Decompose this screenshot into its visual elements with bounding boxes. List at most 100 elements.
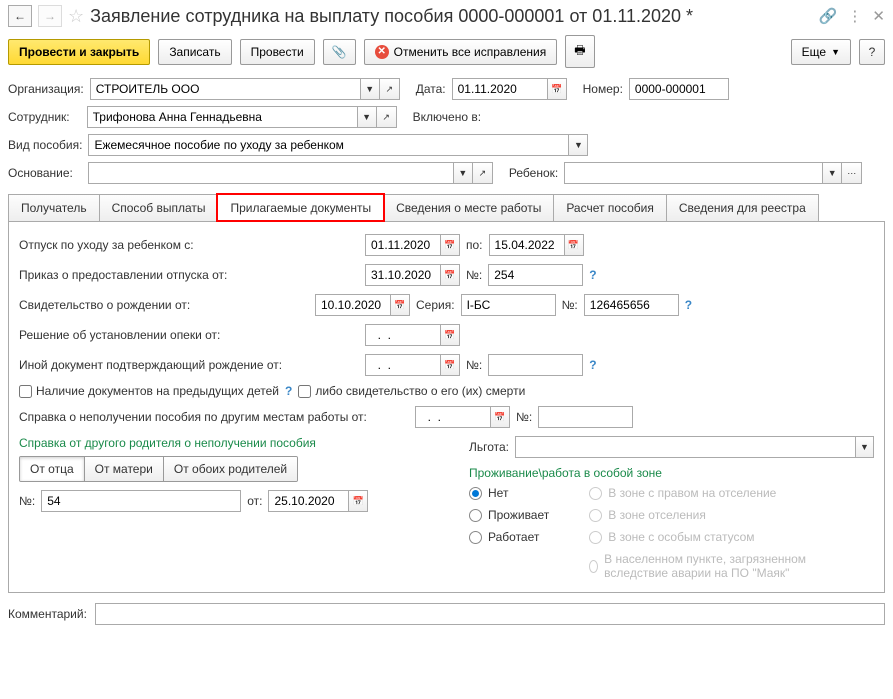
- dropdown-button[interactable]: ▼: [855, 436, 874, 458]
- cancel-fixes-button[interactable]: ✕ Отменить все исправления: [364, 39, 558, 65]
- order-no-input[interactable]: [488, 264, 583, 286]
- death-cert-checkbox[interactable]: либо свидетельство о его (их) смерти: [298, 384, 525, 398]
- guardianship-date-input[interactable]: [365, 324, 440, 346]
- order-date-input[interactable]: [365, 264, 440, 286]
- calendar-button[interactable]: 📅: [348, 490, 368, 512]
- tab-benefit-calc[interactable]: Расчет пособия: [553, 194, 667, 221]
- date-input[interactable]: [452, 78, 547, 100]
- number-input[interactable]: [629, 78, 729, 100]
- help-icon[interactable]: ?: [685, 298, 692, 312]
- ref-no-label: №:: [19, 494, 35, 508]
- tab-work-info[interactable]: Сведения о месте работы: [383, 194, 554, 221]
- paperclip-icon: 📎: [332, 45, 347, 59]
- save-button[interactable]: Записать: [158, 39, 231, 65]
- calendar-button[interactable]: 📅: [440, 354, 460, 376]
- calendar-button[interactable]: 📅: [440, 264, 460, 286]
- close-icon[interactable]: ✕: [872, 7, 885, 25]
- birth-cert-label: Свидетельство о рождении от:: [19, 298, 309, 312]
- birth-cert-series-input[interactable]: [461, 294, 556, 316]
- calendar-button[interactable]: 📅: [564, 234, 584, 256]
- radio-lives[interactable]: Проживает: [469, 508, 549, 522]
- link-icon[interactable]: 🔗: [819, 7, 838, 25]
- birth-cert-no-label: №:: [562, 298, 578, 312]
- favorite-icon[interactable]: ☆: [68, 6, 84, 27]
- parent-toggle: От отца От матери От обоих родителей: [19, 456, 298, 482]
- order-label: Приказ о предоставлении отпуска от:: [19, 268, 359, 282]
- ellipsis-button[interactable]: ⋯: [842, 162, 862, 184]
- employee-input[interactable]: [87, 106, 357, 128]
- open-button[interactable]: ↗: [473, 162, 493, 184]
- calendar-button[interactable]: 📅: [547, 78, 567, 100]
- radio-resettle2: В зоне отселения: [589, 508, 849, 522]
- comment-input[interactable]: [95, 603, 885, 625]
- help-icon[interactable]: ?: [285, 384, 292, 398]
- basis-input[interactable]: [88, 162, 453, 184]
- comment-label: Комментарий:: [8, 607, 87, 621]
- calendar-button[interactable]: 📅: [390, 294, 410, 316]
- ref-date-input[interactable]: [268, 490, 348, 512]
- tab-attached-docs[interactable]: Прилагаемые документы: [217, 194, 384, 221]
- open-button[interactable]: ↗: [380, 78, 400, 100]
- other-parent-cert-link[interactable]: Справка от другого родителя о неполучени…: [19, 436, 439, 450]
- prev-children-checkbox[interactable]: Наличие документов на предыдущих детей: [19, 384, 279, 398]
- date-label: Дата:: [416, 82, 446, 96]
- back-button[interactable]: ←: [8, 5, 32, 27]
- attach-button[interactable]: 📎: [323, 39, 356, 65]
- toggle-mother[interactable]: От матери: [85, 457, 164, 481]
- calendar-button[interactable]: 📅: [490, 406, 510, 428]
- tabs: Получатель Способ выплаты Прилагаемые до…: [8, 194, 885, 222]
- help-button[interactable]: ?: [859, 39, 885, 65]
- calendar-button[interactable]: 📅: [440, 324, 460, 346]
- dropdown-button[interactable]: ▼: [453, 162, 473, 184]
- help-icon[interactable]: ?: [589, 268, 596, 282]
- benefit-type-label: Вид пособия:: [8, 138, 82, 152]
- other-doc-no-input[interactable]: [488, 354, 583, 376]
- dropdown-button[interactable]: ▼: [357, 106, 377, 128]
- child-label: Ребенок:: [509, 166, 558, 180]
- toggle-father[interactable]: От отца: [20, 457, 85, 481]
- ref-date-label: от:: [247, 494, 262, 508]
- other-work-cert-no-input[interactable]: [538, 406, 633, 428]
- radio-works[interactable]: Работает: [469, 530, 549, 544]
- print-icon: 🖶: [574, 41, 585, 62]
- privilege-input[interactable]: [515, 436, 855, 458]
- tab-payment-method[interactable]: Способ выплаты: [99, 194, 219, 221]
- calendar-button[interactable]: 📅: [440, 234, 460, 256]
- forward-button[interactable]: →: [38, 5, 62, 27]
- benefit-type-input[interactable]: [88, 134, 568, 156]
- more-button[interactable]: Еще ▼: [791, 39, 851, 65]
- dropdown-button[interactable]: ▼: [822, 162, 842, 184]
- other-work-cert-date-input[interactable]: [415, 406, 490, 428]
- guardianship-label: Решение об установлении опеки от:: [19, 328, 359, 342]
- open-button[interactable]: ↗: [377, 106, 397, 128]
- privilege-label: Льгота:: [469, 440, 509, 454]
- post-button[interactable]: Провести: [240, 39, 315, 65]
- leave-to-input[interactable]: [489, 234, 564, 256]
- dropdown-button[interactable]: ▼: [568, 134, 588, 156]
- leave-to-label: по:: [466, 238, 483, 252]
- tab-recipient[interactable]: Получатель: [8, 194, 100, 221]
- birth-cert-date-input[interactable]: [315, 294, 390, 316]
- ref-no-input[interactable]: [41, 490, 241, 512]
- birth-cert-no-input[interactable]: [584, 294, 679, 316]
- birth-cert-series-label: Серия:: [416, 298, 455, 312]
- child-input[interactable]: [564, 162, 822, 184]
- print-button[interactable]: 🖶: [565, 35, 594, 68]
- save-close-button[interactable]: Провести и закрыть: [8, 39, 150, 65]
- order-no-label: №:: [466, 268, 482, 282]
- other-doc-no-label: №:: [466, 358, 482, 372]
- org-input[interactable]: [90, 78, 360, 100]
- radio-resettle: В зоне с правом на отселение: [589, 486, 849, 500]
- dropdown-button[interactable]: ▼: [360, 78, 380, 100]
- other-doc-date-input[interactable]: [365, 354, 440, 376]
- leave-from-input[interactable]: [365, 234, 440, 256]
- number-label: Номер:: [583, 82, 623, 96]
- other-work-cert-label: Справка о неполучении пособия по другим …: [19, 410, 409, 424]
- window-title: Заявление сотрудника на выплату пособия …: [90, 6, 813, 27]
- radio-no[interactable]: Нет: [469, 486, 549, 500]
- toggle-both[interactable]: От обоих родителей: [164, 457, 297, 481]
- tab-registry-info[interactable]: Сведения для реестра: [666, 194, 819, 221]
- other-doc-label: Иной документ подтверждающий рождение от…: [19, 358, 359, 372]
- menu-icon[interactable]: ⋮: [847, 7, 862, 25]
- help-icon[interactable]: ?: [589, 358, 596, 372]
